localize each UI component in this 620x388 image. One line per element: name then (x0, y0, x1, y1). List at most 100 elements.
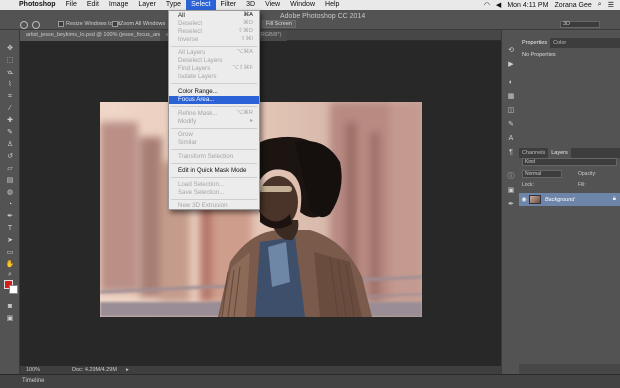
eraser-tool-icon[interactable]: ▱ (5, 164, 15, 173)
menu-item-similar[interactable]: Similar (169, 139, 259, 147)
doc-size[interactable]: Doc: 4.29M/4.29M (72, 367, 117, 373)
menu-3d[interactable]: 3D (241, 0, 260, 10)
menu-type[interactable]: Type (161, 0, 186, 10)
history-panel-icon[interactable]: ⟲ (506, 46, 516, 55)
menu-item-deselect-layers[interactable]: Deselect Layers (169, 57, 259, 65)
menu-item-quick-mask[interactable]: Edit in Quick Mask Mode (169, 167, 259, 175)
menu-window[interactable]: Window (285, 0, 320, 10)
menu-item-refine-mask[interactable]: Refine Mask... ⌥⌘R (169, 110, 259, 118)
menu-item-all-layers[interactable]: All Layers ⌥⌘A (169, 49, 259, 57)
menu-item-find-layers[interactable]: Find Layers ⌥⇧⌘F (169, 65, 259, 73)
app-title: Adobe Photoshop CC 2014 (280, 13, 366, 20)
marquee-tool-icon[interactable]: ⬚ (5, 56, 15, 65)
fill-screen-button[interactable]: Fill Screen (262, 20, 296, 28)
eyedropper-tool-icon[interactable]: ⁄ (5, 104, 15, 113)
type-tool-icon[interactable]: T (5, 224, 15, 233)
layer-row-background[interactable]: ◉ Background 🔒︎ (519, 193, 620, 206)
menu-item-transform-selection[interactable]: Transform Selection (169, 153, 259, 161)
canvas-area[interactable] (20, 41, 513, 366)
user-name[interactable]: Zorana Gee (554, 2, 591, 9)
crop-tool-icon[interactable]: ⌗ (5, 92, 15, 101)
lock-icon[interactable]: 🔒︎ (613, 196, 616, 203)
clone-stamp-icon[interactable]: ♙ (5, 140, 15, 149)
tab-layers[interactable]: Layers (548, 148, 571, 158)
hand-tool-icon[interactable]: ✋ (5, 260, 15, 269)
zoom-all-option[interactable]: Zoom All Windows (112, 21, 165, 27)
paths-panel-icon[interactable]: ✒ (506, 200, 516, 209)
info-panel-icon[interactable]: ⓘ (506, 172, 516, 181)
menu-item-inverse[interactable]: Inverse ⇧⌘I (169, 36, 259, 44)
tab-channels[interactable]: Channels (519, 148, 548, 158)
menu-item-color-range[interactable]: Color Range... (169, 88, 259, 96)
pen-tool-icon[interactable]: ✒ (5, 212, 15, 221)
adjustments-panel-icon[interactable]: ◐ (506, 78, 516, 87)
spotlight-icon[interactable]: ⌕ (598, 1, 602, 9)
screen-mode-icon[interactable]: ▣ (5, 314, 15, 323)
history-brush-icon[interactable]: ↺ (5, 152, 15, 161)
menu-item-load-selection[interactable]: Load Selection... (169, 181, 259, 189)
properties-empty-label: No Properties (522, 52, 556, 58)
menu-item-new-3d-extrusion[interactable]: New 3D Extrusion (169, 202, 259, 210)
menu-filter[interactable]: Filter (216, 0, 242, 10)
menu-item-deselect[interactable]: Deselect ⌘D (169, 20, 259, 28)
panel-dock-icons: ⟲ ▶ ◐ ▦ ◫ ✎ A ¶ ⓘ ▣ ✒ (501, 30, 519, 374)
quick-selection-tool-icon[interactable]: ⌇ (5, 80, 15, 89)
styles-panel-icon[interactable]: ◫ (506, 106, 516, 115)
opacity-label[interactable]: Opacity: (578, 171, 596, 177)
menu-item-grow[interactable]: Grow (169, 131, 259, 139)
brush-tool-icon[interactable]: ✎ (5, 128, 15, 137)
navigator-panel-icon[interactable]: ▣ (506, 186, 516, 195)
menu-item-label: All Layers (178, 49, 206, 56)
menu-item-modify[interactable]: Modify ▸ (169, 118, 259, 126)
menu-item-save-selection[interactable]: Save Selection... (169, 189, 259, 197)
zoom-level[interactable]: 100% (26, 367, 40, 373)
menu-item-all[interactable]: All ⌘A (169, 12, 259, 20)
menu-layer[interactable]: Layer (133, 0, 161, 10)
zoom-out-icon[interactable] (32, 21, 40, 29)
menu-item-reselect[interactable]: Reselect ⇧⌘D (169, 28, 259, 36)
menu-view[interactable]: View (260, 0, 285, 10)
menu-app-photoshop[interactable]: Photoshop (14, 0, 61, 10)
timeline-tab[interactable]: Timeline (22, 378, 44, 384)
fill-label[interactable]: Fill: (578, 182, 586, 188)
healing-brush-icon[interactable]: ✚ (5, 116, 15, 125)
layer-filter-select[interactable]: Kind (522, 158, 617, 166)
gradient-tool-icon[interactable]: ▤ (5, 176, 15, 185)
actions-panel-icon[interactable]: ▶ (506, 60, 516, 69)
paragraph-panel-icon[interactable]: ¶ (506, 148, 516, 157)
character-panel-icon[interactable]: A (506, 134, 516, 143)
menu-select[interactable]: Select (186, 0, 216, 10)
lasso-tool-icon[interactable]: ᓍ (5, 68, 15, 77)
swatches-panel-icon[interactable]: ▦ (506, 92, 516, 101)
menu-image[interactable]: Image (104, 0, 133, 10)
move-tool-icon[interactable]: ✥ (5, 44, 15, 53)
notifications-icon[interactable]: ☰ (608, 1, 614, 9)
tab-color[interactable]: Color (550, 38, 569, 48)
tab-properties[interactable]: Properties (519, 38, 551, 48)
layer-name[interactable]: Background (545, 197, 574, 203)
zoom-tool-icon[interactable]: ⌕ (5, 270, 15, 279)
quick-mask-icon[interactable]: ◙ (5, 302, 15, 311)
background-color-swatch[interactable] (9, 285, 18, 294)
document-image[interactable] (100, 102, 422, 317)
menu-item-isolate-layers[interactable]: Isolate Layers (169, 73, 259, 81)
blend-mode-select[interactable]: Normal (522, 170, 562, 178)
visibility-eye-icon[interactable]: ◉ (519, 196, 529, 203)
dodge-tool-icon[interactable]: ◔ (5, 200, 15, 209)
menu-help[interactable]: Help (320, 0, 344, 10)
menu-file[interactable]: File (61, 0, 82, 10)
wifi-icon[interactable]: ◠ (484, 1, 490, 9)
clock[interactable]: Mon 4:11 PM (507, 2, 548, 9)
menu-edit[interactable]: Edit (82, 0, 104, 10)
path-selection-icon[interactable]: ➤ (5, 236, 15, 245)
status-arrow-icon[interactable]: ▸ (126, 367, 129, 373)
menu-item-shortcut: ⇧⌘D (238, 28, 253, 34)
menu-item-focus-area[interactable]: Focus Area... (169, 96, 259, 104)
volume-icon[interactable]: ◀ (496, 1, 501, 9)
checkbox-icon (112, 21, 118, 27)
brush-panel-icon[interactable]: ✎ (506, 120, 516, 129)
blur-tool-icon[interactable]: ◍ (5, 188, 15, 197)
zoom-in-icon[interactable] (20, 21, 28, 29)
shape-tool-icon[interactable]: ▭ (5, 248, 15, 257)
workspace-select[interactable]: 3D (560, 21, 600, 28)
